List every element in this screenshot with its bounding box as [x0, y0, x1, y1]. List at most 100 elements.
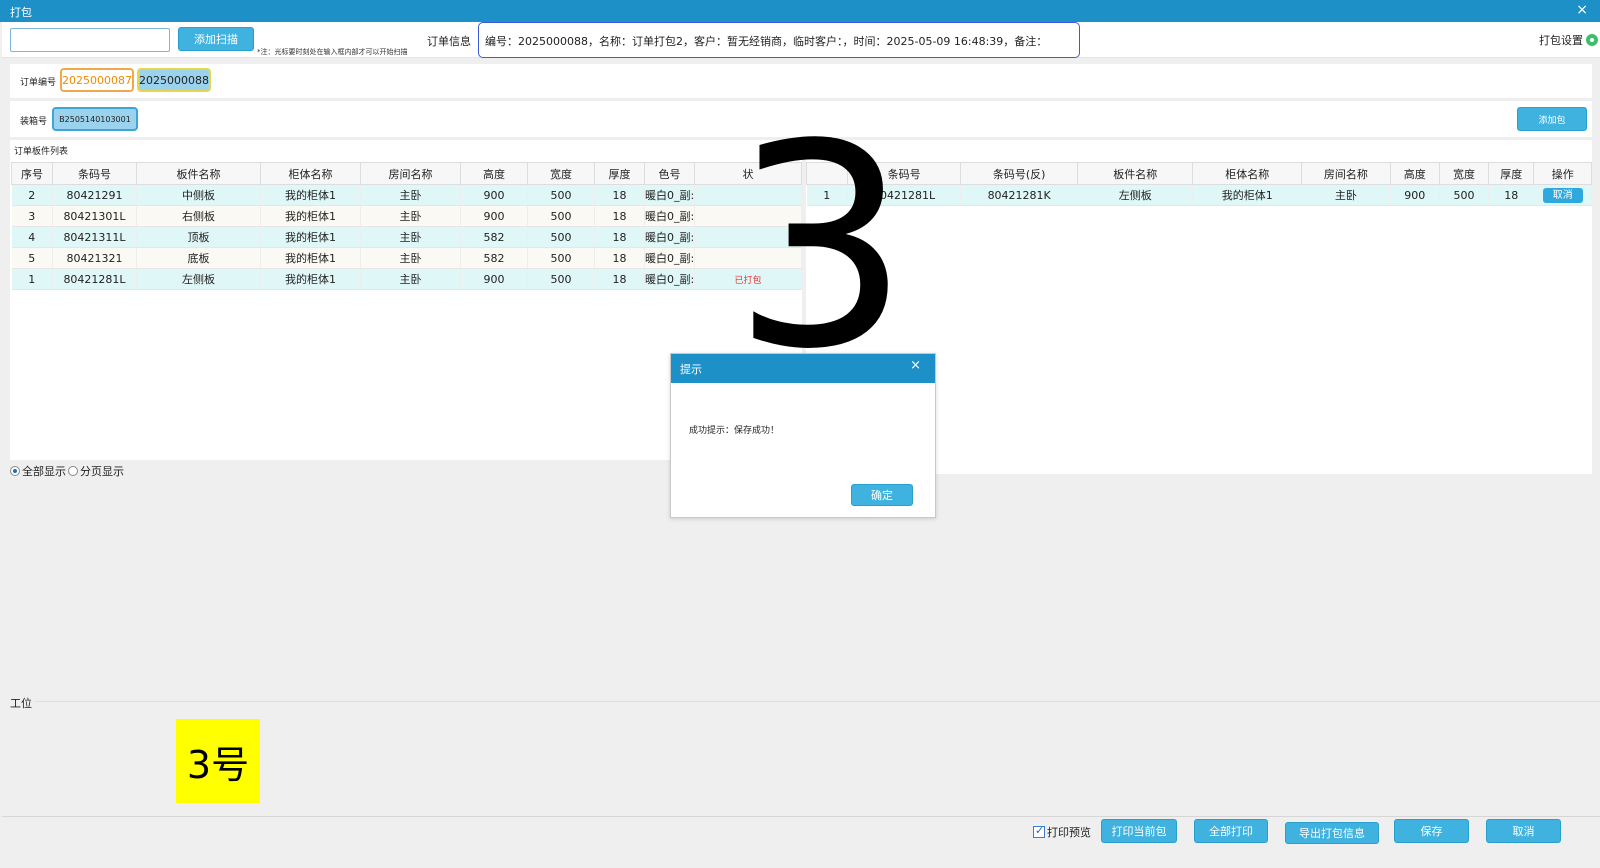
add-box-button[interactable]: 添加包 [1517, 107, 1587, 131]
order-parts-title: 订单板件列表 [14, 147, 69, 157]
table-cell: 暖白0_副: [644, 184, 695, 206]
cancel-button[interactable]: 取消 [1486, 819, 1561, 843]
station-tile[interactable]: 3号 [176, 719, 260, 803]
column-header: 厚度 [594, 162, 645, 185]
table-cell: 顶板 [136, 226, 261, 248]
table-row[interactable]: 3 80421301L 右侧板 我的柜体1 主卧 900 500 18 暖白0_副: [11, 205, 802, 227]
table-cell: 暖白0_副: [644, 268, 695, 290]
gear-icon [1586, 34, 1598, 46]
scan-note: *注：光标要时刻处在输入框内部才可以开始扫描 [257, 48, 408, 56]
table-cell: 我的柜体1 [260, 205, 361, 227]
table-cell: 主卧 [1301, 184, 1391, 206]
table-cell: 18 [594, 268, 645, 290]
table-cell: 18 [1488, 184, 1535, 206]
success-dialog: 提示 × 成功提示：保存成功！ 确定 [670, 353, 936, 518]
table-cell: 1 [11, 268, 53, 290]
box-parts-table: 条码号 条码号(反) 板件名称 柜体名称 房间名称 高度 宽度 厚度 操作 1 80421281L… [805, 162, 1592, 206]
column-header: 条码号(反) [960, 162, 1079, 185]
table-cell: 80421311L [52, 226, 137, 248]
column-header: 高度 [460, 162, 528, 185]
paged-label: 分页显示 [80, 465, 124, 478]
table-cell: 暖白0_副: [644, 247, 695, 269]
table-cell: 900 [460, 205, 528, 227]
table-cell: 80421281L [52, 268, 137, 290]
dialog-message: 成功提示：保存成功！ [689, 426, 780, 436]
table-row[interactable]: 5 80421321 底板 我的柜体1 主卧 582 500 18 暖白0_副: [11, 247, 802, 269]
table-cell: 主卧 [360, 247, 461, 269]
column-header: 序号 [11, 162, 53, 185]
table-cell: 500 [527, 184, 595, 206]
table-row[interactable]: 1 80421281L 左侧板 我的柜体1 主卧 900 500 18 暖白0_副: 已打包 [11, 268, 802, 290]
window-titlebar: 打包 × [0, 0, 1600, 22]
table-cell: 5 [11, 247, 53, 269]
table-cell: 我的柜体1 [1192, 184, 1303, 206]
radio-show-all[interactable] [10, 466, 20, 476]
table-cell: 500 [1439, 184, 1490, 206]
station-divider [35, 701, 1600, 702]
pack-settings-link[interactable]: 打包设置 [1539, 32, 1598, 48]
box-number-tag[interactable]: B2505140103001 [52, 107, 138, 131]
table-cell: 900 [460, 184, 528, 206]
print-preview-checkbox[interactable] [1033, 824, 1045, 838]
add-scan-button[interactable]: 添加扫描 [178, 27, 254, 51]
table-cell: 80421281K [960, 184, 1079, 206]
table-cell: 500 [527, 268, 595, 290]
order-tag-selected[interactable]: 2025000088 [137, 68, 211, 92]
table-cell: 我的柜体1 [260, 268, 361, 290]
table-row[interactable]: 1 80421281L 80421281K 左侧板 我的柜体1 主卧 900 500 18 取消 [806, 184, 1592, 206]
table-cell: 左侧板 [1077, 184, 1194, 206]
table-row[interactable]: 2 80421291 中侧板 我的柜体1 主卧 900 500 18 暖白0_副: [11, 184, 802, 206]
table-cell: 18 [594, 205, 645, 227]
overlay-digit: 3 [732, 85, 911, 411]
table-cell: 左侧板 [136, 268, 261, 290]
row-cancel-button[interactable]: 取消 [1542, 187, 1583, 203]
export-pack-info-button[interactable]: 导出打包信息 [1285, 822, 1379, 844]
scan-input[interactable] [10, 28, 170, 52]
table-cell: 中侧板 [136, 184, 261, 206]
save-button[interactable]: 保存 [1394, 819, 1469, 843]
close-icon[interactable]: × [910, 358, 921, 373]
table-cell: 我的柜体1 [260, 184, 361, 206]
table-cell: 4 [11, 226, 53, 248]
table-cell: 900 [460, 268, 528, 290]
column-header: 板件名称 [1077, 162, 1194, 185]
table-cell: 暖白0_副: [644, 226, 695, 248]
table-row[interactable]: 4 80421311L 顶板 我的柜体1 主卧 582 500 18 暖白0_副: [11, 226, 802, 248]
window-title: 打包 [10, 6, 32, 19]
dialog-ok-button[interactable]: 确定 [851, 484, 913, 506]
table-cell: 80421301L [52, 205, 137, 227]
table-cell: 18 [594, 184, 645, 206]
print-all-button[interactable]: 全部打印 [1194, 819, 1268, 843]
column-header: 房间名称 [1301, 162, 1391, 185]
table-cell: 右侧板 [136, 205, 261, 227]
column-header: 高度 [1389, 162, 1440, 185]
column-header: 色号 [644, 162, 695, 185]
column-header: 操作 [1533, 162, 1592, 185]
action-cell: 取消 [1533, 184, 1592, 206]
table-cell: 主卧 [360, 268, 461, 290]
order-parts-table: 序号 条码号 板件名称 柜体名称 房间名称 高度 宽度 厚度 色号状 2 80421291 中侧板我… [11, 162, 802, 290]
table-cell: 80421291 [52, 184, 137, 206]
print-preview-toggle[interactable]: 打印预览 [1033, 824, 1091, 840]
station-label: 工位 [10, 697, 32, 710]
table-cell: 暖白0_副: [644, 205, 695, 227]
column-header: 条码号 [52, 162, 137, 185]
table-cell: 80421321 [52, 247, 137, 269]
table-cell: 3 [11, 205, 53, 227]
radio-paged[interactable] [68, 466, 78, 476]
table-cell: 2 [11, 184, 53, 206]
table-cell: 主卧 [360, 205, 461, 227]
close-icon[interactable]: × [1576, 2, 1588, 18]
table-cell: 500 [527, 226, 595, 248]
table-cell: 我的柜体1 [260, 226, 361, 248]
table-cell: 底板 [136, 247, 261, 269]
column-header: 厚度 [1488, 162, 1535, 185]
print-current-button[interactable]: 打印当前包 [1101, 819, 1177, 843]
table-cell: 900 [1390, 184, 1440, 206]
dialog-header: 提示 × [671, 354, 935, 383]
column-header: 板件名称 [136, 162, 261, 185]
table-cell: 500 [527, 247, 595, 269]
table-cell: 18 [594, 226, 645, 248]
dialog-title: 提示 [680, 363, 702, 376]
order-tag[interactable]: 2025000087 [60, 68, 134, 92]
